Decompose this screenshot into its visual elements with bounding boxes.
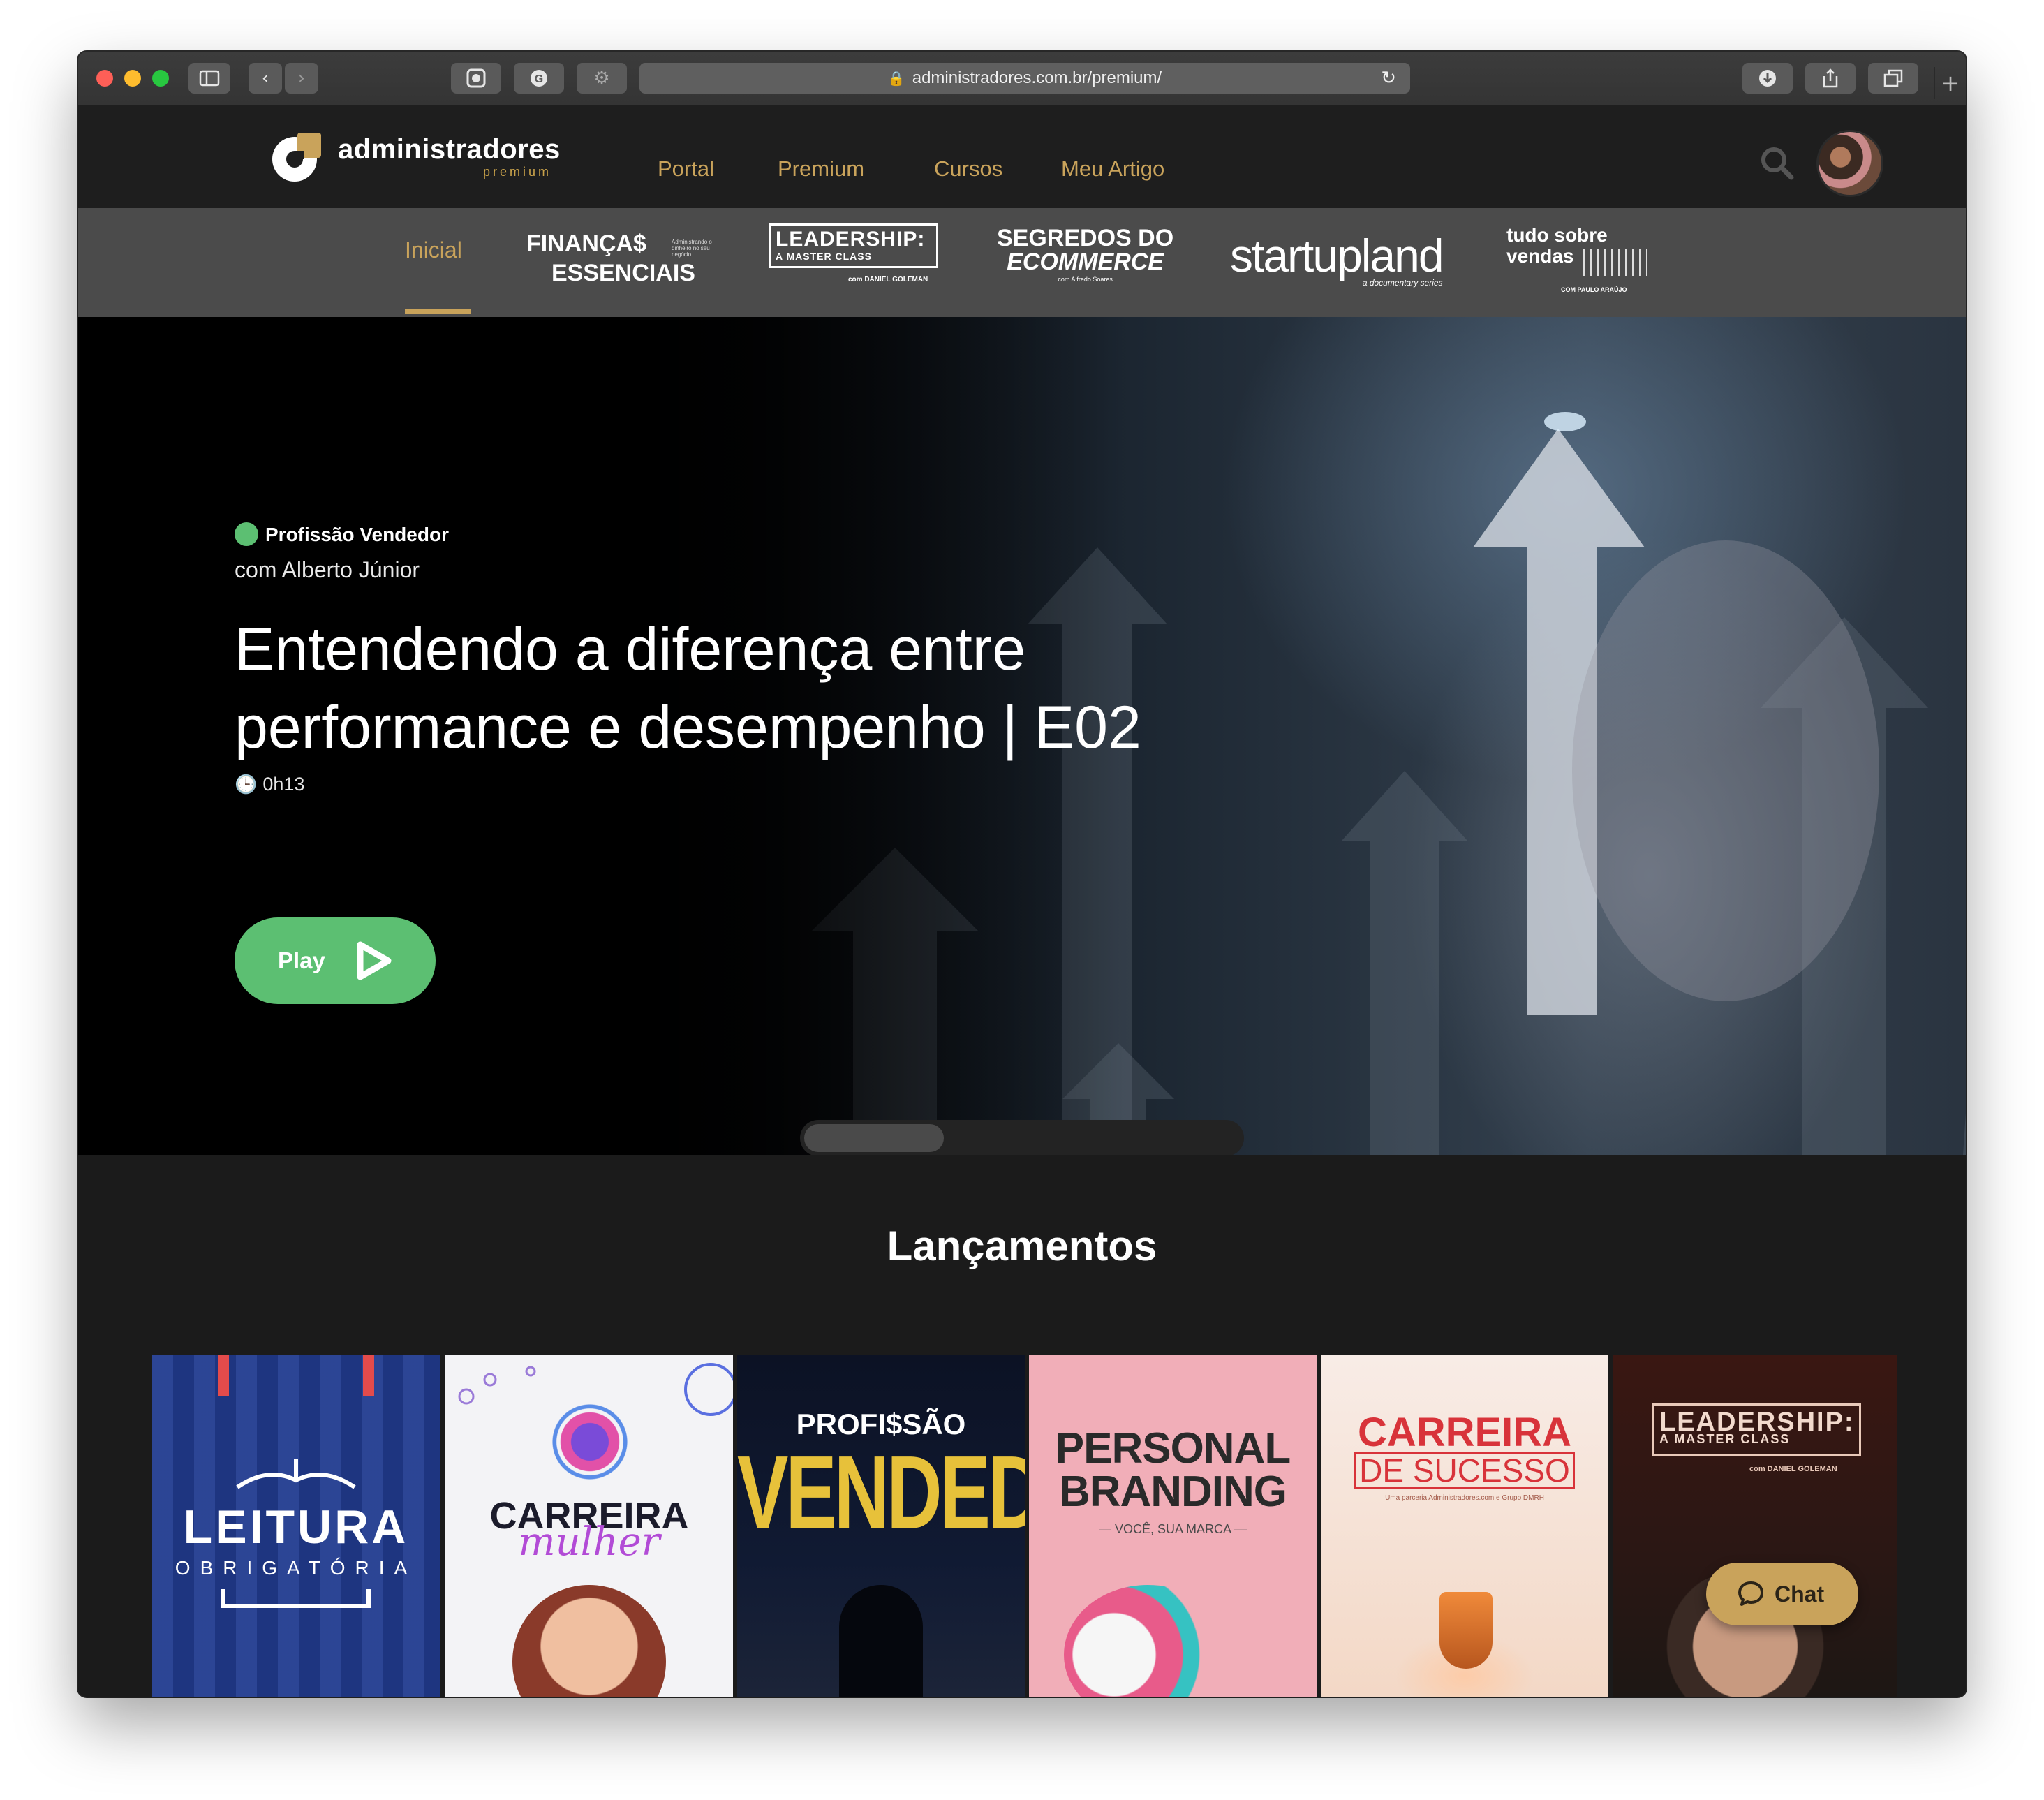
woman-icon [543,1395,637,1489]
card-subtitle: DE SUCESSO [1354,1452,1575,1489]
close-window-button[interactable] [96,70,113,87]
lock-icon: 🔒 [887,70,905,87]
businessman-silhouette [839,1585,923,1697]
logo-icon[interactable] [271,130,324,183]
card-note: com DANIEL GOLEMAN [1749,1465,1837,1473]
segredos-author: com Alfredo Soares [1058,276,1113,283]
financas-line2: ESSENCIAIS [551,260,695,286]
address-bar[interactable]: 🔒 administradores.com.br/premium/ ↻ [639,63,1410,94]
category-tudo-sobre-vendas[interactable]: tudo sobre vendas COM PAULO ARAÚJO [1506,224,1653,293]
release-card[interactable]: CARREIRA DE SUCESSO Uma parceria Adminis… [1321,1355,1608,1697]
category-nav: Inicial FINANÇA$ ESSENCIAIS Administrand… [78,208,1966,317]
leadership-title: LEADERSHIP: [776,228,926,251]
financas-line1: FINANÇA$ [526,230,646,257]
episode-duration: 🕒 0h13 [235,774,304,795]
series-status-dot [235,522,258,546]
nav-cursos[interactable]: Cursos [934,156,1002,182]
book-base-icon [221,1589,371,1608]
tabs-overview-icon[interactable] [1868,63,1918,94]
release-card[interactable]: LEADERSHIP: A MASTER CLASS com DANIEL GO… [1613,1355,1897,1697]
logo-text[interactable]: administradores [338,134,561,165]
nav-premium[interactable]: Premium [778,156,864,182]
download-icon[interactable] [1742,63,1793,94]
release-card[interactable]: LEITURA OBRIGATÓRIA [152,1355,440,1697]
active-category-indicator [405,309,471,314]
woman-photo [512,1585,666,1697]
chat-label: Chat [1775,1581,1825,1607]
play-label: Play [278,947,325,973]
leadership-subtitle: A MASTER CLASS [776,251,872,262]
tudo-line1: tudo sobre [1506,224,1608,246]
share-icon[interactable] [1805,63,1856,94]
hero-banner: Profissão Vendedor com Alberto Júnior En… [78,317,1966,1155]
user-avatar[interactable] [1816,130,1883,197]
search-icon[interactable] [1759,145,1795,182]
clock-icon: 🕒 [235,774,258,795]
segredos-line1: SEGREDOS DO [997,225,1174,251]
card-title: LEITURA [183,1500,409,1554]
release-card[interactable]: PERSONAL BRANDING — VOCÊ, SUA MARCA — [1029,1355,1317,1697]
nav-portal[interactable]: Portal [658,156,714,182]
back-icon[interactable]: ‹ [249,63,282,94]
maximize-window-button[interactable] [152,70,169,87]
release-card[interactable]: CARREIRA mulher [445,1355,733,1697]
new-tab-icon[interactable]: + [1934,67,1966,99]
leadership-author: com DANIEL GOLEMAN [848,276,928,283]
svg-text:G: G [535,73,543,85]
open-book-icon [236,1459,356,1489]
logo-subtext: premium [483,165,552,179]
category-segredos-ecommerce[interactable]: SEGREDOS DO ECOMMERCE com Alfredo Soares [997,226,1173,285]
startupland-subtitle: a documentary series [1362,278,1443,288]
site-header: administradores premium Portal Premium C… [78,106,1966,208]
barcode-graphic [1583,249,1653,276]
startupland-title: startupland [1230,230,1444,281]
card-title: CARREIRA [1357,1410,1572,1455]
card-subtitle: mulher [518,1519,660,1565]
card-note: Uma parceria Administradores.com e Grupo… [1385,1494,1544,1502]
carousel-scroll-thumb[interactable] [804,1124,944,1152]
browser-toolbar: ‹ › G ⚙ 🔒 administradores.com.br/premium… [78,52,1966,106]
megaphone-icon [1064,1585,1231,1697]
card-subtitle: — VOCÊ, SUA MARCA — [1098,1522,1247,1536]
release-card[interactable]: PROFI$SÃO VENDEDOR [737,1355,1025,1697]
nav-meu-artigo[interactable]: Meu Artigo [1061,156,1164,182]
play-button[interactable]: Play [235,917,436,1004]
card-subtitle: OBRIGATÓRIA [175,1557,417,1579]
segredos-line2: ECOMMERCE [1007,249,1164,275]
ribbon-graphic [218,1355,229,1396]
hero-author: com Alberto Júnior [235,557,420,582]
tudo-line2: vendas [1506,245,1574,267]
financas-tagline: Administrando o dinheiro no seu negócio [672,239,712,258]
reload-icon[interactable]: ↻ [1381,68,1396,89]
sidebar-toggle-icon[interactable] [188,63,230,94]
lancamentos-section: Lançamentos LEITURA OBRIGATÓRIA CARREIRA… [78,1155,1966,1697]
chat-bubble-icon [1738,1581,1763,1606]
browser-window: ‹ › G ⚙ 🔒 administradores.com.br/premium… [78,52,1966,1697]
chat-button[interactable]: Chat [1706,1563,1858,1625]
url-text: administradores.com.br/premium/ [912,68,1162,87]
play-icon [357,941,392,980]
category-financas-essenciais[interactable]: FINANÇA$ ESSENCIAIS Administrando o dinh… [526,229,712,288]
category-inicial[interactable]: Inicial [405,237,462,263]
category-leadership[interactable]: LEADERSHIP: A MASTER CLASS com DANIEL GO… [769,223,938,283]
card-subtitle: VENDEDOR [737,1434,1025,1551]
extension-icon-1[interactable] [451,63,501,94]
duration-text: 0h13 [262,774,305,795]
series-name[interactable]: Profissão Vendedor [265,524,449,546]
ribbon-graphic [363,1355,374,1396]
category-startupland[interactable]: startupland a documentary series [1230,229,1444,288]
hero-title: Entendendo a diferença entre performance… [235,616,1141,761]
leadership-box: LEADERSHIP: A MASTER CLASS [1652,1403,1861,1456]
extension-gear-icon[interactable]: ⚙ [577,63,627,94]
releases-carousel: LEITURA OBRIGATÓRIA CARREIRA mulher PROF… [152,1355,1897,1697]
trophy-icon [1439,1592,1493,1669]
tudo-author: COM PAULO ARAÚJO [1561,286,1627,293]
grammarly-icon[interactable]: G [514,63,564,94]
minimize-window-button[interactable] [124,70,141,87]
card-title: PERSONAL BRANDING [1055,1424,1291,1516]
forward-icon[interactable]: › [285,63,318,94]
section-title: Lançamentos [887,1223,1157,1269]
